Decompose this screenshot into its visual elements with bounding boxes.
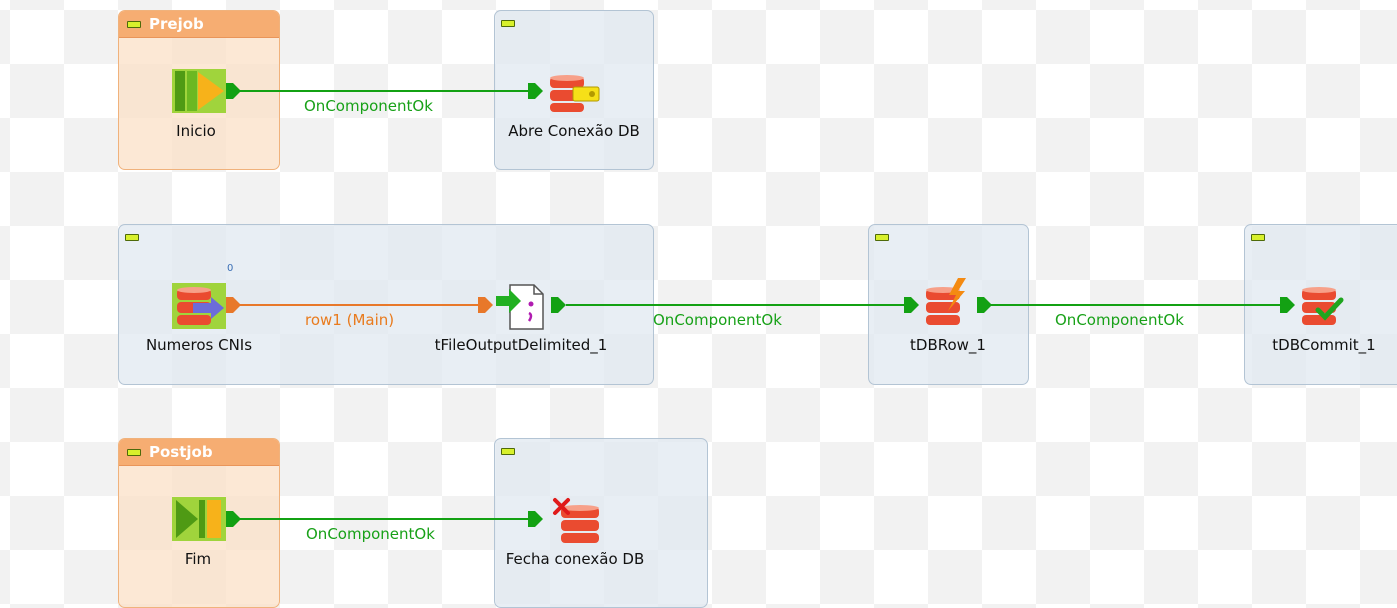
component-label-tdbrow[interactable]: tDBRow_1 <box>910 336 986 354</box>
job-designer-canvas[interactable]: Prejob Postjob OnComponentOk row1 (Main)… <box>0 0 1397 608</box>
link-label-oncomponentok[interactable]: OnComponentOk <box>306 525 435 543</box>
output-connector[interactable] <box>226 297 241 313</box>
db-commit-check-icon[interactable] <box>1302 287 1344 325</box>
db-input-icon[interactable] <box>172 283 226 329</box>
link-label-row1-main[interactable]: row1 (Main) <box>305 311 394 329</box>
component-label-fim[interactable]: Fim <box>185 550 211 568</box>
link-label-oncomponentok[interactable]: OnComponentOk <box>653 311 782 329</box>
link-label-oncomponentok[interactable]: OnComponentOk <box>304 97 433 115</box>
file-output-icon[interactable] <box>496 284 544 330</box>
input-connector[interactable] <box>904 297 919 313</box>
prejob-start-icon[interactable] <box>172 69 226 113</box>
output-connector[interactable] <box>551 297 566 313</box>
input-connector[interactable] <box>528 511 543 527</box>
component-label-tfileoutputdelimited[interactable]: tFileOutputDelimited_1 <box>435 336 608 354</box>
links-layer <box>172 69 1344 543</box>
output-connector[interactable] <box>226 511 241 527</box>
component-label-fecha-conexao-db[interactable]: Fecha conexão DB <box>506 550 645 568</box>
component-counter-badge: 0 <box>227 263 234 274</box>
db-close-x-icon[interactable] <box>553 498 599 543</box>
component-label-numeros-cnis[interactable]: Numeros CNIs <box>146 336 252 354</box>
link-label-oncomponentok[interactable]: OnComponentOk <box>1055 311 1184 329</box>
input-connector[interactable] <box>478 297 493 313</box>
db-connection-key-icon[interactable] <box>550 75 600 112</box>
db-row-lightning-icon[interactable] <box>926 278 966 325</box>
output-connector[interactable] <box>226 83 241 99</box>
input-connector[interactable] <box>1280 297 1295 313</box>
input-connector[interactable] <box>528 83 543 99</box>
component-label-abre-conexao-db[interactable]: Abre Conexão DB <box>508 122 640 140</box>
postjob-end-icon[interactable] <box>172 497 226 541</box>
output-connector[interactable] <box>977 297 992 313</box>
component-label-inicio[interactable]: Inicio <box>176 122 216 140</box>
component-label-tdbcommit[interactable]: tDBCommit_1 <box>1272 336 1375 354</box>
